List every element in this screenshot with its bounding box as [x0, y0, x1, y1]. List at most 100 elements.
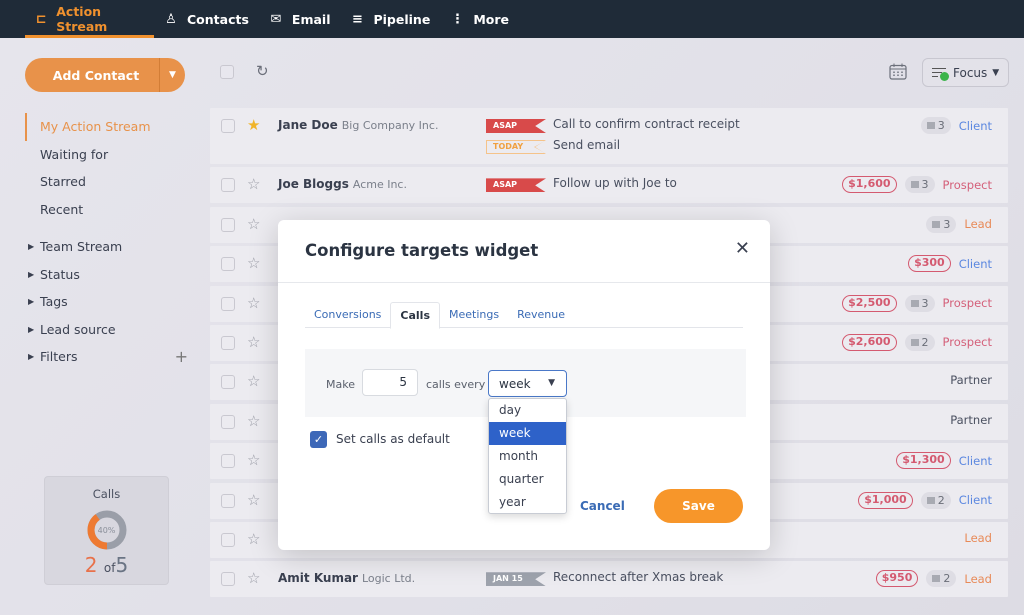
- tab-meetings[interactable]: Meetings: [440, 302, 508, 328]
- star-icon[interactable]: ☆: [247, 569, 260, 587]
- sidebar-group-lead-source[interactable]: ▶ Lead source: [28, 316, 188, 344]
- building-icon: [932, 575, 941, 583]
- tab-conversions[interactable]: Conversions: [305, 302, 390, 328]
- save-button[interactable]: Save: [654, 489, 743, 523]
- star-icon[interactable]: ☆: [247, 372, 260, 390]
- select-all-checkbox[interactable]: [220, 65, 234, 79]
- nav-more[interactable]: ⋮ More: [440, 0, 519, 38]
- nav-pipeline[interactable]: ≡ Pipeline: [340, 0, 440, 38]
- table-row[interactable]: ★ Jane Doe Big Company Inc. ASAP Call to con…: [210, 108, 1008, 164]
- add-contact-dropdown-toggle[interactable]: ▼: [159, 58, 185, 92]
- deals-count: 2: [937, 493, 945, 507]
- star-icon[interactable]: ☆: [247, 530, 260, 548]
- caret-down-icon: ▼: [169, 70, 176, 80]
- contact-name[interactable]: Joe Bloggs Acme Inc.: [278, 177, 407, 191]
- cancel-button[interactable]: Cancel: [580, 499, 625, 513]
- status-label: Client: [958, 118, 992, 133]
- group-label: Filters: [40, 349, 78, 364]
- add-filter-icon[interactable]: +: [175, 343, 188, 371]
- period-option-day[interactable]: day: [489, 399, 566, 422]
- contact-name[interactable]: Amit Kumar Logic Ltd.: [278, 571, 415, 585]
- star-icon[interactable]: ☆: [247, 491, 260, 509]
- close-icon[interactable]: ✕: [735, 238, 750, 259]
- tab-calls[interactable]: Calls: [390, 302, 440, 329]
- period-select[interactable]: week ▼: [488, 370, 567, 397]
- sidebar-group-tags[interactable]: ▶ Tags: [28, 288, 188, 316]
- sidebar-group-status[interactable]: ▶ Status: [28, 261, 188, 289]
- triangle-right-icon: ▶: [28, 324, 35, 334]
- row-meta: $2,600 2 Prospect: [842, 333, 992, 351]
- contact-name-text: Joe Bloggs: [278, 177, 349, 192]
- nav-email[interactable]: ✉ Email: [259, 0, 341, 38]
- deals-count: 3: [921, 178, 929, 192]
- row-checkbox[interactable]: [221, 532, 235, 547]
- company-name: Acme Inc.: [352, 178, 407, 192]
- row-checkbox[interactable]: [221, 414, 235, 429]
- task-text[interactable]: Follow up with Joe to: [553, 176, 677, 190]
- table-row[interactable]: ☆ Joe Bloggs Acme Inc. ASAP Follow up with J…: [210, 167, 1008, 204]
- table-row[interactable]: ☆ Amit Kumar Logic Ltd. JAN 15 Reconnect aft…: [210, 561, 1008, 598]
- target-tabs: Conversions Calls Meetings Revenue: [305, 302, 743, 329]
- row-checkbox[interactable]: [221, 335, 235, 350]
- sidebar-groups: ▶ Team Stream ▶ Status ▶ Tags ▶ Lead source …: [28, 233, 188, 371]
- set-default-label[interactable]: Set calls as default: [336, 432, 450, 446]
- row-checkbox[interactable]: [221, 454, 235, 469]
- sidebar-item-recent[interactable]: Recent: [25, 196, 151, 224]
- task-text[interactable]: Reconnect after Xmas break: [553, 570, 723, 584]
- make-label: Make: [326, 378, 355, 391]
- status-label: Partner: [950, 412, 992, 427]
- star-icon[interactable]: ☆: [247, 451, 260, 469]
- add-contact-button[interactable]: Add Contact ▼: [25, 58, 185, 92]
- tab-revenue[interactable]: Revenue: [508, 302, 574, 328]
- sidebar-item-starred[interactable]: Starred: [25, 168, 151, 196]
- row-checkbox[interactable]: [221, 257, 235, 272]
- nav-contacts[interactable]: ♙ Contacts: [154, 0, 259, 38]
- nav-label: Email: [291, 11, 331, 27]
- sidebar-group-team-stream[interactable]: ▶ Team Stream: [28, 233, 188, 261]
- group-label: Tags: [40, 294, 68, 309]
- task-tag-label: JAN 15: [493, 574, 523, 584]
- triangle-right-icon: ▶: [28, 352, 35, 361]
- contact-name[interactable]: Jane Doe Big Company Inc.: [278, 118, 438, 132]
- star-icon[interactable]: ☆: [247, 175, 260, 193]
- calls-total: 5: [115, 553, 129, 577]
- calls-target-widget[interactable]: Calls 40% 2 of5: [44, 476, 169, 585]
- star-icon[interactable]: ★: [247, 116, 260, 134]
- building-icon: [926, 496, 935, 504]
- row-checkbox[interactable]: [221, 178, 235, 193]
- set-default-checkbox[interactable]: ✓: [310, 431, 327, 448]
- period-dropdown: day week month quarter year: [488, 398, 567, 514]
- star-icon[interactable]: ☆: [247, 254, 260, 272]
- star-icon[interactable]: ☆: [247, 412, 260, 430]
- star-icon[interactable]: ☆: [247, 294, 260, 312]
- row-checkbox[interactable]: [221, 296, 235, 311]
- calendar-icon[interactable]: [889, 63, 907, 80]
- period-option-year[interactable]: year: [489, 491, 566, 514]
- row-checkbox[interactable]: [221, 572, 235, 587]
- calls-count-input[interactable]: 5: [362, 369, 418, 396]
- sidebar-item-waiting-for[interactable]: Waiting for: [25, 141, 151, 169]
- row-checkbox[interactable]: [221, 493, 235, 508]
- row-checkbox[interactable]: [221, 217, 235, 232]
- star-icon[interactable]: ☆: [247, 333, 260, 351]
- star-icon[interactable]: ☆: [247, 215, 260, 233]
- row-checkbox[interactable]: [221, 375, 235, 390]
- building-icon: [910, 181, 919, 189]
- task-text[interactable]: Call to confirm contract receipt: [553, 117, 740, 131]
- period-option-week[interactable]: week: [489, 422, 566, 445]
- caret-down-icon: ▼: [548, 378, 555, 388]
- row-checkbox[interactable]: [221, 119, 235, 133]
- top-nav: ⊏ Action Stream ♙ Contacts ✉ Email ≡ Pip…: [0, 0, 1024, 38]
- task-text[interactable]: Send email: [553, 138, 620, 152]
- kebab-icon: ⋮: [450, 11, 464, 27]
- sidebar-group-filters[interactable]: ▶ Filters +: [28, 343, 188, 371]
- sidebar-item-my-action-stream[interactable]: My Action Stream: [25, 113, 151, 141]
- period-option-quarter[interactable]: quarter: [489, 468, 566, 491]
- checkmark-icon: ✓: [313, 433, 324, 446]
- nav-action-stream[interactable]: ⊏ Action Stream: [25, 0, 154, 38]
- period-option-month[interactable]: month: [489, 445, 566, 468]
- task-tag: JAN 15: [486, 572, 546, 587]
- focus-filter-button[interactable]: Focus ▼: [922, 58, 1009, 87]
- refresh-icon[interactable]: ↻: [256, 62, 269, 80]
- envelope-icon: ✉: [270, 11, 282, 27]
